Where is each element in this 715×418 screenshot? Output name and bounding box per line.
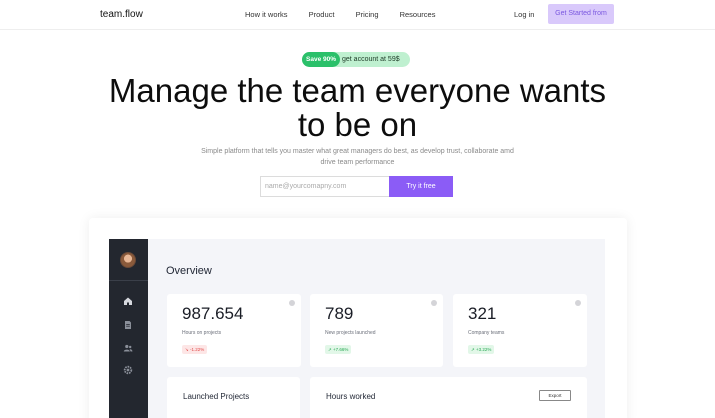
- nav-link-product[interactable]: Product: [309, 10, 335, 19]
- email-input[interactable]: name@yourcomapny.com: [260, 176, 389, 197]
- info-icon[interactable]: [431, 300, 437, 306]
- avatar[interactable]: [120, 252, 136, 268]
- stat-value: 789: [325, 304, 354, 323]
- stat-card-teams: 321 Company teams ↗ +3.22%: [453, 294, 587, 367]
- stat-change-badge: ↗ +7.66%: [325, 345, 352, 354]
- stat-change-badge: ↗ +3.22%: [468, 345, 495, 354]
- promo-pill[interactable]: Save 90% get account at 59$: [302, 52, 410, 67]
- settings-icon[interactable]: [123, 365, 133, 375]
- stat-label: Company teams: [468, 330, 505, 336]
- brand-logo[interactable]: team.flow: [100, 9, 143, 20]
- hero-headline: Manage the team everyone wants to be on: [108, 72, 607, 143]
- home-icon[interactable]: [123, 296, 133, 306]
- top-navbar: team.flow How it works Product Pricing R…: [0, 0, 715, 30]
- nav-links: How it works Product Pricing Resources: [245, 10, 454, 19]
- promo-badge: Save 90%: [302, 52, 340, 67]
- stat-change-badge: ↘ -1.22%: [182, 345, 208, 354]
- users-icon[interactable]: [123, 343, 133, 353]
- stat-card-projects: 789 New projects launched ↗ +7.66%: [310, 294, 443, 367]
- overview-title: Overview: [166, 265, 212, 277]
- stat-value: 321: [468, 304, 497, 323]
- nav-link-how-it-works[interactable]: How it works: [245, 10, 288, 19]
- launched-projects-panel: Launched Projects: [167, 377, 300, 418]
- stat-value: 987.654: [182, 304, 244, 323]
- sidebar: [109, 239, 148, 418]
- info-icon[interactable]: [575, 300, 581, 306]
- document-icon[interactable]: [123, 320, 133, 330]
- login-link[interactable]: Log in: [514, 10, 534, 19]
- try-it-free-button[interactable]: Try it free: [389, 176, 453, 197]
- dashboard-preview: Overview 987.654 Hours on projects ↘ -1.…: [109, 239, 605, 418]
- stat-card-hours: 987.654 Hours on projects ↘ -1.22%: [167, 294, 301, 367]
- export-button[interactable]: Export: [539, 390, 571, 401]
- hours-worked-panel: Hours worked Export: [310, 377, 587, 418]
- nav-link-pricing[interactable]: Pricing: [356, 10, 379, 19]
- promo-text: get account at 59$: [342, 56, 400, 63]
- panel-title: Hours worked: [326, 392, 376, 401]
- get-started-button[interactable]: Get Started from: [548, 4, 614, 24]
- stat-label: New projects launched: [325, 330, 376, 336]
- stat-label: Hours on projects: [182, 330, 222, 336]
- hero-subtitle: Simple platform that tells you master wh…: [201, 148, 514, 166]
- info-icon[interactable]: [289, 300, 295, 306]
- panel-title: Launched Projects: [183, 392, 250, 401]
- sidebar-divider: [109, 280, 148, 281]
- nav-link-resources[interactable]: Resources: [400, 10, 436, 19]
